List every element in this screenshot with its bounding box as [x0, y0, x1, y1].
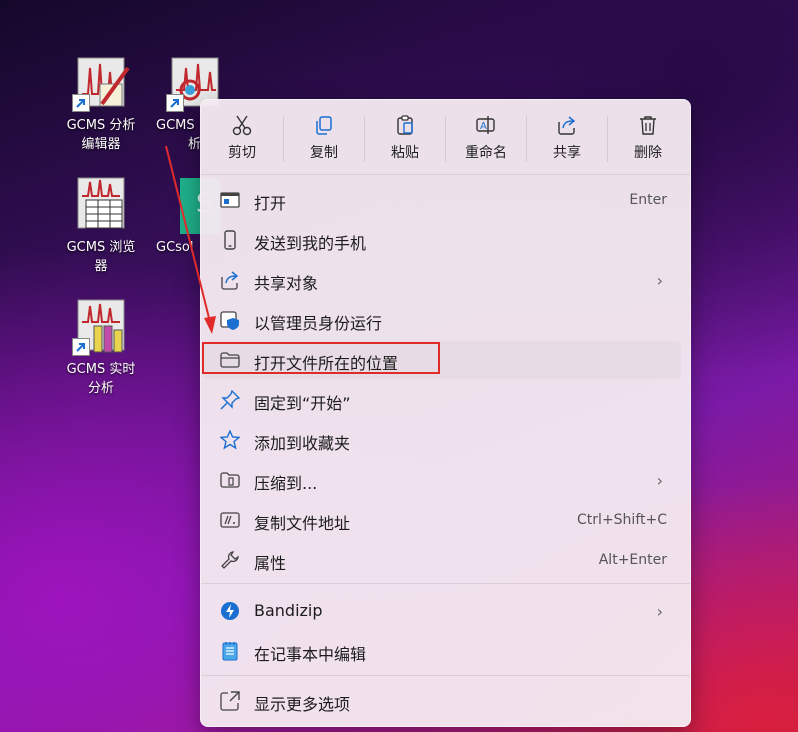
desktop: GCMS 分析 编辑器 GCMS 析 GCMS 浏览 器 GCsol GCMS … [0, 0, 798, 732]
annotation-arrow [165, 145, 216, 334]
